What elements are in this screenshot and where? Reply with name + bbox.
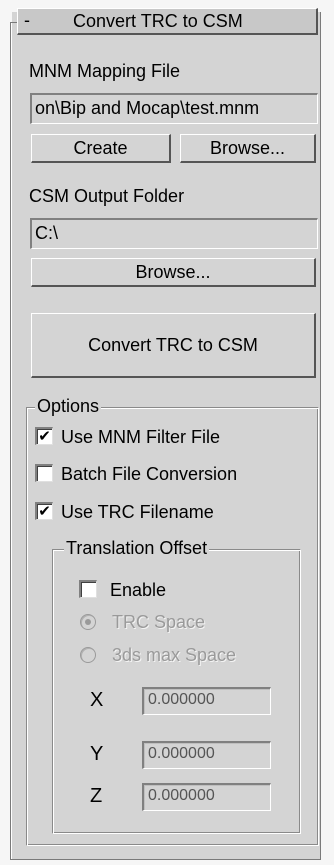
use-trc-filename-label: Use TRC Filename: [61, 502, 214, 522]
mapping-file-label: MNM Mapping File: [29, 61, 181, 81]
use-filter-label: Use MNM Filter File: [61, 427, 221, 447]
create-button[interactable]: Create: [31, 134, 171, 163]
max-space-radio[interactable]: [80, 647, 96, 663]
collapse-icon[interactable]: -: [24, 10, 30, 31]
z-offset-field[interactable]: 0.000000: [142, 783, 271, 811]
rollout-title: Convert TRC to CSM: [73, 11, 243, 31]
output-browse-button[interactable]: Browse...: [31, 258, 316, 287]
rollout-frame-tick: [10, 22, 17, 23]
y-offset-field[interactable]: 0.000000: [142, 741, 271, 769]
rollout-frame-bottom: [10, 859, 321, 860]
z-axis-label: Z: [90, 785, 103, 807]
output-folder-label: CSM Output Folder: [29, 186, 185, 206]
trc-space-radio[interactable]: [80, 614, 96, 630]
use-filter-checkbox[interactable]: ✔: [35, 427, 53, 445]
trc-space-label: TRC Space: [112, 612, 206, 632]
radio-selected-dot: [85, 619, 91, 625]
batch-conversion-label: Batch File Conversion: [61, 464, 238, 484]
rollout-frame-highlight: [11, 22, 12, 860]
mapping-file-field[interactable]: on\Bip and Mocap\test.mnm: [30, 93, 318, 124]
x-axis-label: X: [90, 689, 104, 711]
batch-conversion-checkbox[interactable]: [35, 464, 53, 482]
y-axis-label: Y: [90, 743, 104, 765]
options-group-label: Options: [35, 396, 102, 417]
use-trc-filename-checkbox[interactable]: ✔: [35, 502, 53, 520]
mapping-browse-button[interactable]: Browse...: [180, 134, 316, 163]
x-offset-field[interactable]: 0.000000: [142, 687, 271, 715]
output-folder-field[interactable]: C:\: [30, 218, 318, 249]
convert-button[interactable]: Convert TRC to CSM: [31, 313, 316, 378]
rollout-frame-right: [320, 12, 321, 860]
enable-offset-checkbox[interactable]: [79, 580, 97, 598]
enable-offset-label: Enable: [110, 580, 167, 600]
translation-offset-label: Translation Offset: [64, 538, 210, 559]
rollout-header[interactable]: - Convert TRC to CSM: [17, 8, 318, 35]
max-space-label: 3ds max Space: [112, 645, 237, 665]
